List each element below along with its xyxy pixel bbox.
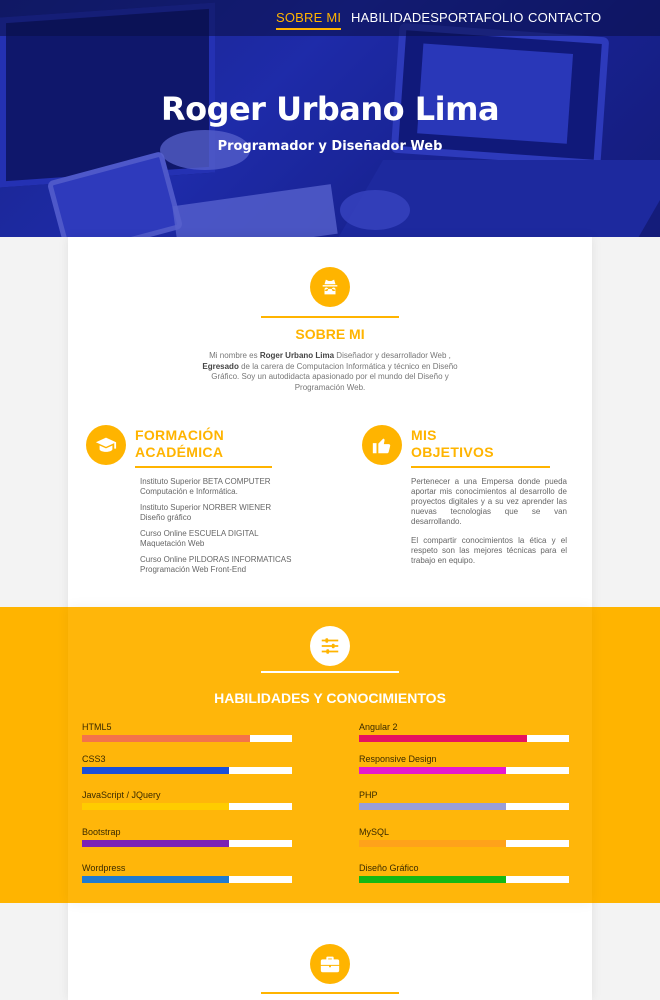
skill-bar [82, 803, 292, 810]
skill-html5: HTML5 [82, 722, 292, 742]
skill-label: CSS3 [82, 754, 106, 764]
hero-name: Roger Urbano Lima [160, 90, 500, 128]
nav-item-habilidades[interactable]: HABILIDADES [351, 10, 439, 25]
skill-label: Angular 2 [359, 722, 398, 732]
education-entry-line: Computación e Informática. [140, 487, 238, 496]
skill-bar [82, 876, 292, 883]
skill-bar [359, 735, 569, 742]
objectives-text: Pertenecer a una Empersa donde pueda apo… [411, 477, 567, 575]
skills-divider [261, 671, 399, 673]
skill-bar-fill [82, 767, 229, 774]
skill-bar-fill [82, 876, 229, 883]
about-text-part: Diseñador y desarrollador Web , [334, 351, 451, 360]
education-entry-line: Curso Online ESCUELA DIGITAL [140, 529, 259, 538]
objectives-title-line1: MIS [411, 427, 437, 443]
skill-label: PHP [359, 790, 378, 800]
about-text-part: de la carera de Computacion Informática … [211, 361, 458, 392]
nav-item-sobre-mi[interactable]: SOBRE MI [276, 10, 342, 30]
list-item: Instituto Superior NORBER WIENER Diseño g… [140, 503, 310, 523]
nav-item-portafolio[interactable]: PORTAFOLIO [439, 10, 524, 25]
skill-dise-o-gr-fico: Diseño Gráfico [359, 863, 569, 883]
education-title: FORMACIÓN ACADÉMICA [135, 427, 224, 461]
skill-bar [82, 767, 292, 774]
skill-bar [359, 803, 569, 810]
education-title-line1: FORMACIÓN [135, 427, 225, 443]
nav-item-contacto[interactable]: CONTACTO [528, 10, 601, 25]
skill-label: HTML5 [82, 722, 112, 732]
skill-label: MySQL [359, 827, 390, 837]
list-item: Curso Online ESCUELA DIGITAL Maquetación … [140, 529, 310, 549]
skill-label: Responsive Design [359, 754, 437, 764]
about-divider [261, 316, 399, 318]
skill-label: Diseño Gráfico [359, 863, 419, 873]
skill-bar-fill [359, 876, 506, 883]
top-nav: SOBRE MI HABILIDADES PORTAFOLIO CONTACTO [0, 0, 660, 36]
education-entry-line: Instituto Superior NORBER WIENER [140, 503, 272, 512]
skill-bar-fill [359, 840, 506, 847]
skill-php: PHP [359, 790, 569, 810]
objectives-title-line2: OBJETIVOS [411, 444, 494, 460]
objectives-paragraph: El compartir conocimientos la ética y el… [411, 536, 567, 565]
education-entry-line: Diseño gráfico [140, 513, 192, 522]
education-divider [135, 466, 272, 468]
sliders-icon [310, 626, 350, 666]
about-text-part: Mi nombre es [209, 351, 260, 360]
skills-title: HABILIDADES Y CONOCIMIENTOS [214, 690, 446, 706]
skill-bar [82, 735, 292, 742]
skill-bootstrap: Bootstrap [82, 827, 292, 847]
skill-bar [359, 876, 569, 883]
skill-javascript-jquery: JavaScript / JQuery [82, 790, 292, 810]
skill-bar-fill [82, 735, 250, 742]
briefcase-icon [310, 944, 350, 984]
thumbs-up-icon [362, 425, 402, 465]
hero-subtitle: Programador y Diseñador Web [217, 139, 443, 154]
skill-bar [82, 840, 292, 847]
skill-mysql: MySQL [359, 827, 569, 847]
skill-bar-fill [82, 803, 229, 810]
graduation-cap-icon [86, 425, 126, 465]
education-entry-line: Maquetación Web [140, 539, 205, 548]
skill-label: Bootstrap [82, 827, 121, 837]
skill-angular-2: Angular 2 [359, 722, 569, 742]
skill-bar-fill [359, 803, 506, 810]
objectives-paragraph: Pertenecer a una Empersa donde pueda apo… [411, 477, 567, 526]
skill-bar [359, 840, 569, 847]
skill-bar [359, 767, 569, 774]
hero-banner: SOBRE MI HABILIDADES PORTAFOLIO CONTACTO… [0, 0, 660, 237]
skill-css3: CSS3 [82, 754, 292, 774]
skill-responsive-design: Responsive Design [359, 754, 569, 774]
skill-wordpress: Wordpress [82, 863, 292, 883]
education-entry-line: Programación Web Front-End [140, 565, 247, 574]
education-list: Instituto Superior BETA COMPUTER Computac… [140, 477, 310, 581]
skill-bar-fill [359, 735, 527, 742]
skill-bar-fill [359, 767, 506, 774]
education-entry-line: Curso Online PILDORAS INFORMATICAS [140, 555, 292, 564]
skill-label: Wordpress [82, 863, 126, 873]
skills-section: HABILIDADES Y CONOCIMIENTOS HTML5 CSS3 Jav… [0, 607, 660, 903]
skill-label: JavaScript / JQuery [82, 790, 161, 800]
education-title-line2: ACADÉMICA [135, 444, 224, 460]
spy-icon [310, 267, 350, 307]
skill-bar-fill [82, 840, 229, 847]
about-text-name: Roger Urbano Lima [259, 351, 335, 360]
objectives-title: MIS OBJETIVOS [411, 427, 494, 461]
about-text-bold: Egresado [202, 361, 239, 371]
education-entry-line: Instituto Superior BETA COMPUTER [140, 477, 271, 486]
list-item: Instituto Superior BETA COMPUTER Computac… [140, 477, 310, 497]
about-title: SOBRE MI [295, 326, 365, 342]
about-text: Mi nombre es Roger Urbano Lima Diseñador… [190, 351, 470, 393]
list-item: Curso Online PILDORAS INFORMATICAS Progra… [140, 555, 310, 575]
objectives-divider [411, 466, 550, 468]
portfolio-divider [261, 992, 399, 994]
